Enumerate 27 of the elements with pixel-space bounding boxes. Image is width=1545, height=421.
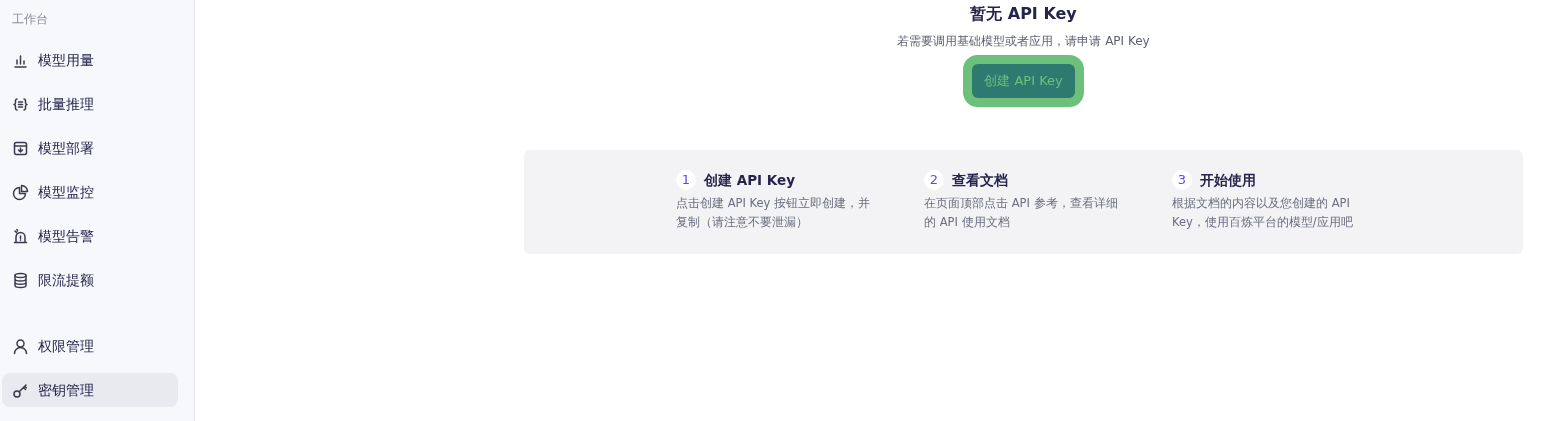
step-description: 点击创建 API Key 按钮立即创建，并复制（请注意不要泄漏） [676, 194, 871, 231]
sidebar-item[interactable]: 限流提额 [2, 258, 178, 302]
sidebar-item[interactable]: 批量推理 [2, 82, 178, 126]
alarm-icon [12, 227, 29, 245]
sidebar-group-label: 工作台 [11, 11, 49, 28]
user-icon [12, 337, 29, 355]
sidebar-item[interactable]: 权限管理 [2, 324, 178, 368]
download-box-icon [12, 139, 29, 157]
empty-state-title: 暂无 API Key [969, 3, 1078, 25]
sidebar-item[interactable]: 密钥管理 [2, 373, 178, 407]
step-number: 1 [676, 169, 696, 190]
sidebar-item[interactable]: 模型部署 [2, 126, 178, 170]
step-number: 3 [1172, 169, 1192, 190]
pie-chart-icon [12, 183, 29, 201]
empty-state-description: 若需要调用基础模型或者应用，请申请 API Key [896, 33, 1151, 50]
sidebar-item[interactable]: 模型告警 [2, 214, 178, 258]
sidebar-item[interactable]: 模型用量 [2, 38, 178, 82]
step-title: 创建 API Key [704, 170, 795, 190]
step-description: 根据文档的内容以及您创建的 API Key，使用百炼平台的模型/应用吧 [1172, 194, 1354, 231]
key-icon [12, 381, 29, 399]
braces-icon [12, 95, 29, 113]
database-icon [12, 271, 29, 289]
step-title: 开始使用 [1200, 170, 1256, 190]
step-number: 2 [924, 169, 944, 190]
step-title: 查看文档 [952, 170, 1008, 190]
step-description: 在页面顶部点击 API 参考，查看详细的 API 使用文档 [924, 194, 1119, 231]
sidebar-item[interactable]: 模型监控 [2, 170, 178, 214]
